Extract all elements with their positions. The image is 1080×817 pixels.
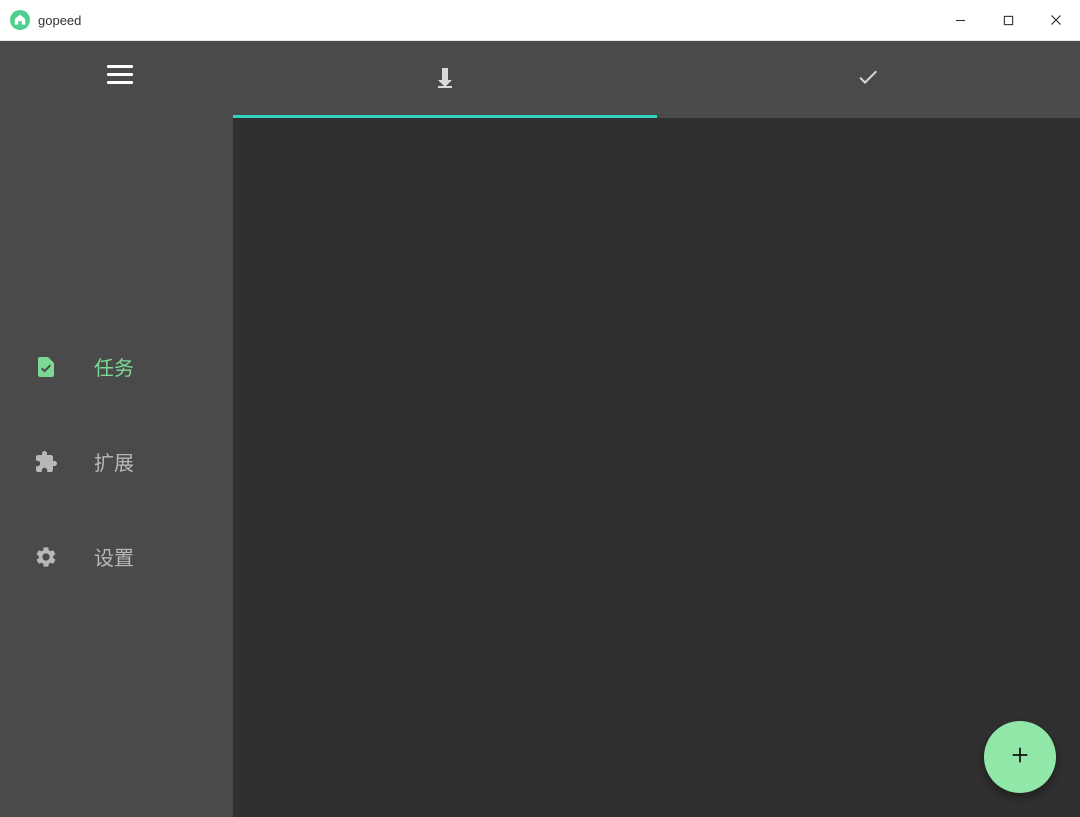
puzzle-icon xyxy=(34,450,58,474)
main-area xyxy=(233,41,1080,817)
tab-downloads[interactable] xyxy=(233,41,657,118)
menu-toggle-button[interactable] xyxy=(92,46,148,102)
minimize-button[interactable] xyxy=(936,0,984,40)
sidebar-item-settings[interactable]: 设置 xyxy=(34,542,233,571)
plus-icon xyxy=(1009,744,1031,771)
file-check-icon xyxy=(34,355,58,379)
sidebar: 任务 扩展 设置 xyxy=(0,41,233,817)
titlebar: gopeed xyxy=(0,0,1080,41)
maximize-button[interactable] xyxy=(984,0,1032,40)
sidebar-item-tasks[interactable]: 任务 xyxy=(34,352,233,381)
sidebar-item-extensions[interactable]: 扩展 xyxy=(34,447,233,476)
close-button[interactable] xyxy=(1032,0,1080,40)
tab-completed[interactable] xyxy=(657,41,1080,118)
window-title: gopeed xyxy=(38,13,81,28)
download-icon xyxy=(433,65,457,94)
content-area xyxy=(233,118,1080,817)
tabs xyxy=(233,41,1080,118)
sidebar-item-label: 任务 xyxy=(94,352,134,381)
check-icon xyxy=(856,65,880,94)
gear-icon xyxy=(34,545,58,569)
app-body: 任务 扩展 设置 xyxy=(0,41,1080,817)
window-controls xyxy=(936,0,1080,40)
sidebar-items: 任务 扩展 设置 xyxy=(0,352,233,571)
hamburger-icon xyxy=(107,65,133,84)
app-logo-icon xyxy=(10,10,30,30)
titlebar-left: gopeed xyxy=(0,10,81,30)
add-task-button[interactable] xyxy=(984,721,1056,793)
sidebar-item-label: 设置 xyxy=(94,542,134,571)
sidebar-item-label: 扩展 xyxy=(94,447,134,476)
